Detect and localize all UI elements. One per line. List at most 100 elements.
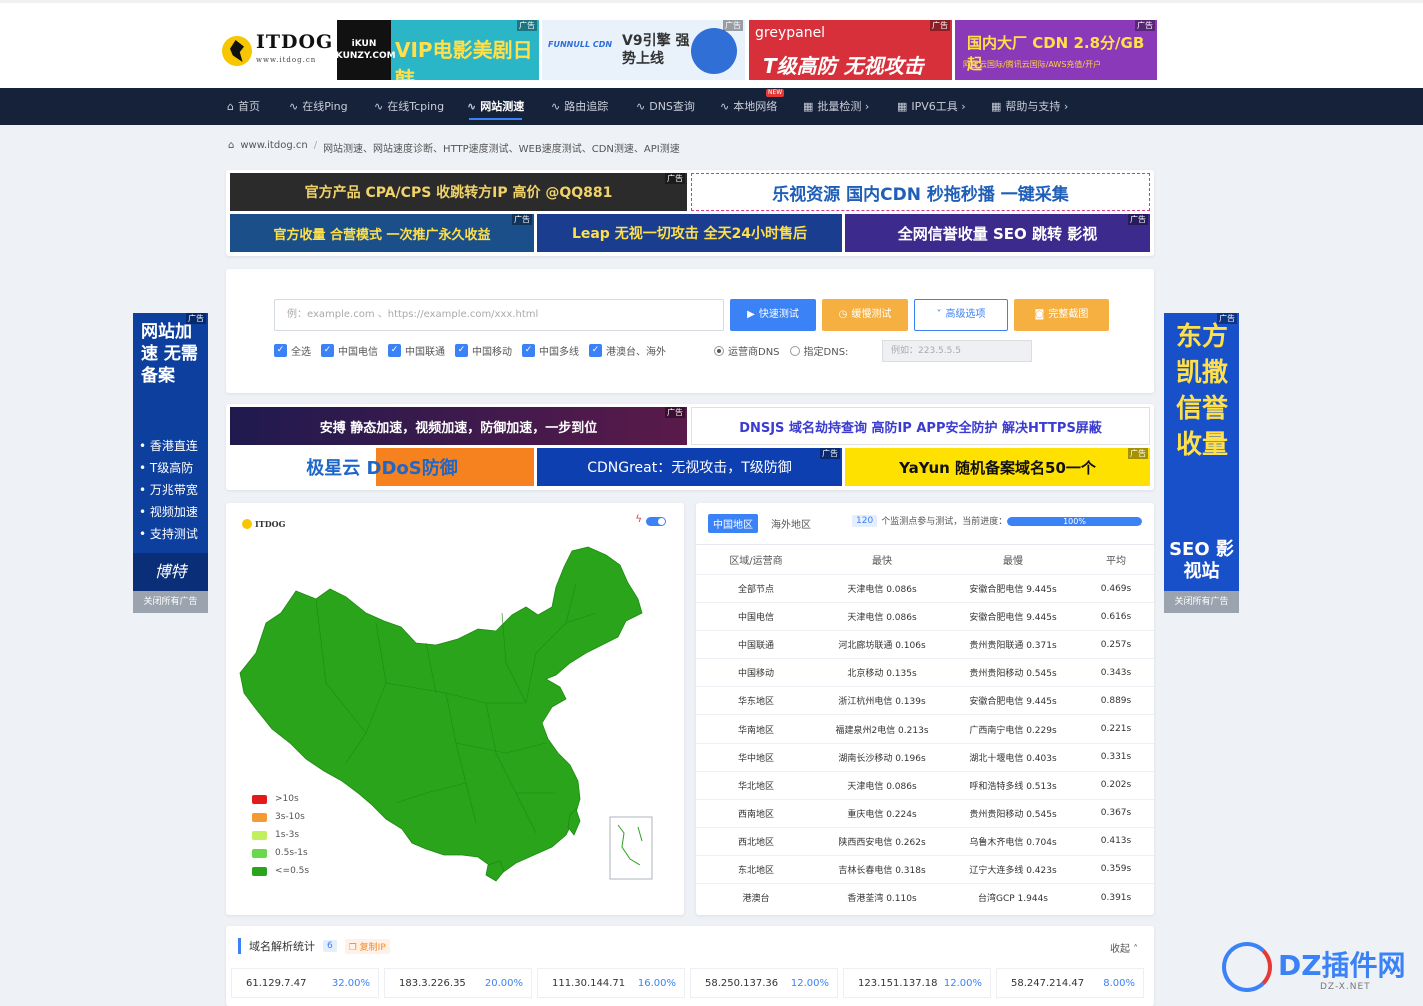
isp-checkboxes: ✓ 全选 ✓ 中国电信 ✓ 中国联通 ✓ 中国移动 ✓ 中国多线 ✓ 港澳台、海外 运营商D… <box>274 343 848 358</box>
nav-ping[interactable]: ∿ 在线Ping <box>289 88 348 125</box>
legend-swatch <box>252 830 267 840</box>
region-tabs: 中国地区 海外地区 <box>708 514 816 533</box>
ad-dnsjs[interactable]: DNSJS 域名劫持查询 高防IP APP安全防护 解决HTTPS屏蔽 <box>691 407 1150 445</box>
header-ad-cdn[interactable]: 国内大厂 CDN 2.8分/GB起 阿里云国际/腾讯云国际/AWS充值/开户 广… <box>955 20 1157 80</box>
pulse-icon: ∿ <box>467 100 477 113</box>
nav-dns[interactable]: ∿ DNS查询 <box>636 88 695 125</box>
side-ad-left[interactable]: 广告 网站加速 无需备案 • 香港直连 • T级高防 • 万兆带宽 • 视频加速… <box>133 313 208 591</box>
home-icon: ⌂ <box>228 140 235 151</box>
close-ads-left[interactable]: 关闭所有广告 <box>133 591 208 613</box>
header: ITDOG www.itdog.cn iKUN IKUNZY.COM VIP电影… <box>0 0 1423 88</box>
ip-stat-cell[interactable]: 58.250.137.36 12.00% <box>690 968 838 998</box>
copy-ip-button[interactable]: ❐ 复制IP <box>344 938 390 954</box>
ad-kyqp[interactable]: 官方收量 合营模式 一次推广永久收益 广告 <box>230 214 534 252</box>
ip-stat-cell[interactable]: 58.247.214.47 8.00% <box>996 968 1144 998</box>
ad-leap[interactable]: Leap 无视一切攻击 全天24小时售后 <box>537 214 842 252</box>
tab-overseas[interactable]: 海外地区 <box>766 514 816 533</box>
collapse-button[interactable]: 收起 ˄ <box>1110 940 1138 955</box>
table-row[interactable]: 西北地区 陕西西安电信 0.262s 乌鲁木齐电信 0.704s 0.413s <box>696 826 1154 855</box>
checkbox-icon: ✓ <box>522 344 535 357</box>
pulse-icon: ∿ <box>289 100 299 113</box>
header-ad-funnull[interactable]: FUNNULL CDN V9引擎 强势上线 广告 <box>542 20 745 80</box>
copy-icon: ❐ <box>348 942 360 953</box>
table-row[interactable]: 中国联通 河北廊坊联通 0.106s 贵州贵阳联通 0.371s 0.257s <box>696 630 1154 658</box>
home-icon: ⌂ <box>227 100 234 113</box>
tab-china[interactable]: 中国地区 <box>708 514 758 533</box>
table-row[interactable]: 华北地区 天津电信 0.086s 呼和浩特多线 0.513s 0.202s <box>696 770 1154 799</box>
breadcrumb-current: 网站测速、网站速度诊断、HTTP速度测试、WEB速度测试、CDN测速、API测速 <box>323 144 680 155</box>
ad-panel-top: 官方产品 CPA/CPS 收跳转方IP 高价 @QQ881 广告 乐视资源 国内… <box>226 170 1154 256</box>
advanced-options-button[interactable]: ˅ 高级选项 <box>914 299 1008 331</box>
legend-swatch <box>252 866 267 876</box>
side-ad-right[interactable]: 广告 东方凯撒 信誉收量 SEO 影视站 <box>1164 313 1239 591</box>
progress-bar: 100% <box>1007 517 1142 526</box>
nav-help[interactable]: ▦ 帮助与支持 › <box>991 88 1068 125</box>
main-nav: ⌂ 首页 ∿ 在线Ping ∿ 在线Tcping ∿ 网站测速 ∿ 路由追踪 ∿ DNS查询… <box>0 88 1423 125</box>
check-multiline[interactable]: ✓ 中国多线 <box>522 343 579 358</box>
ip-stat-cell[interactable]: 111.30.144.71 16.00% <box>537 968 685 998</box>
check-mobile[interactable]: ✓ 中国移动 <box>455 343 512 358</box>
full-screenshot-button[interactable]: ◙ 完整截图 <box>1014 299 1109 331</box>
check-telecom[interactable]: ✓ 中国电信 <box>321 343 378 358</box>
nav-ipv6[interactable]: ▦ IPV6工具 › <box>897 88 966 125</box>
camera-icon: ◙ <box>1034 309 1045 320</box>
table-row[interactable]: 华中地区 湖南长沙移动 0.196s 湖北十堰电信 0.403s 0.331s <box>696 742 1154 771</box>
ad-cpa[interactable]: 官方产品 CPA/CPS 收跳转方IP 高价 @QQ881 广告 <box>230 173 687 211</box>
radio-icon <box>714 345 724 356</box>
side-ad-left-list: • 香港直连 • T级高防 • 万兆带宽 • 视频加速 • 支持测试 <box>139 439 198 541</box>
ip-stat-cell[interactable]: 183.3.226.35 20.00% <box>384 968 532 998</box>
table-row[interactable]: 全部节点 天津电信 0.086s 安徽合肥电信 9.445s 0.469s <box>696 574 1154 602</box>
url-input[interactable]: 例：example.com 、https://example.com/xxx.h… <box>274 299 724 331</box>
checkbox-icon: ✓ <box>589 344 602 357</box>
table-row[interactable]: 西南地区 重庆电信 0.224s 贵州贵阳移动 0.545s 0.367s <box>696 798 1154 827</box>
table-row[interactable]: 东北地区 吉林长春电信 0.318s 辽宁大连多线 0.423s 0.359s <box>696 854 1154 883</box>
ad-seo[interactable]: 全网信誉收量 SEO 跳转 影视 广告 <box>845 214 1150 252</box>
slow-test-button[interactable]: ◷ 缓慢测试 <box>822 299 908 331</box>
ad-jixingyun[interactable]: 极星云 DDoS防御 <box>230 448 534 486</box>
legend-item: 1s-3s <box>252 826 309 844</box>
table-row[interactable]: 华南地区 福建泉州2电信 0.213s 广西南宁电信 0.229s 0.221s <box>696 714 1154 742</box>
ip-stat-cell[interactable]: 61.129.7.47 32.00% <box>231 968 379 998</box>
table-row[interactable]: 中国电信 天津电信 0.086s 安徽合肥电信 9.445s 0.616s <box>696 602 1154 630</box>
grid-icon: ▦ <box>803 100 814 113</box>
breadcrumb-site[interactable]: www.itdog.cn <box>240 140 307 155</box>
chevron-down-icon: ˅ <box>936 309 942 320</box>
legend-item: 0.5s-1s <box>252 844 309 862</box>
checkbox-icon: ✓ <box>274 344 287 357</box>
table-row[interactable]: 华东地区 浙江杭州电信 0.139s 安徽合肥电信 9.445s 0.889s <box>696 686 1154 714</box>
nav-local-network[interactable]: ∿ 本地网络 NEW <box>720 88 785 125</box>
nav-website-speed[interactable]: ∿ 网站测速 <box>467 88 524 125</box>
table-row[interactable]: 港澳台 香港荃湾 0.110s 台湾GCP 1.944s 0.391s <box>696 883 1154 911</box>
radio-isp-dns[interactable]: 运营商DNS <box>714 343 780 358</box>
check-all[interactable]: ✓ 全选 <box>274 343 311 358</box>
custom-dns-input[interactable]: 例如：223.5.5.5 <box>882 340 1032 362</box>
ad-cdngreat[interactable]: CDNGreat：无视攻击，T级防御 广告 <box>537 448 842 486</box>
ad-yayun[interactable]: YaYun 随机备案域名50一个 广告 <box>845 448 1150 486</box>
close-ads-right[interactable]: 关闭所有广告 <box>1164 591 1239 613</box>
nav-traceroute[interactable]: ∿ 路由追踪 <box>551 88 608 125</box>
check-unicom[interactable]: ✓ 中国联通 <box>388 343 445 358</box>
pulse-icon: ∿ <box>374 100 384 113</box>
nav-home[interactable]: ⌂ 首页 <box>227 88 260 125</box>
ip-stat-cell[interactable]: 123.151.137.18 12.00% <box>843 968 991 998</box>
nav-tcping[interactable]: ∿ 在线Tcping <box>374 88 444 125</box>
ip-count-badge: 6 <box>323 940 337 952</box>
table-row[interactable]: 中国移动 北京移动 0.135s 贵州贵阳移动 0.545s 0.343s <box>696 658 1154 686</box>
site-logo[interactable]: ITDOG www.itdog.cn <box>222 33 333 69</box>
ad-leshizy[interactable]: 乐视资源 国内CDN 秒拖秒播 一键采集 <box>691 173 1150 211</box>
watermark-check-icon <box>1222 942 1272 992</box>
dns-stats-title: 域名解析统计 6 ❐ 复制IP <box>238 938 390 954</box>
ad-panel-bottom: 安搏 静态加速，视频加速，防御加速，一步到位 广告 DNSJS 域名劫持查询 高… <box>226 404 1154 490</box>
header-ad-greypanel[interactable]: greypanel T级高防 无视攻击 广告 <box>749 20 952 80</box>
quick-test-button[interactable]: ▶ 快速测试 <box>730 299 816 331</box>
play-icon: ▶ <box>747 309 755 320</box>
radio-custom-dns[interactable]: 指定DNS: <box>789 343 848 358</box>
new-badge: NEW <box>766 89 785 97</box>
nav-batch[interactable]: ▦ 批量检测 › <box>803 88 869 125</box>
check-overseas[interactable]: ✓ 港澳台、海外 <box>589 343 666 358</box>
ad-anbo[interactable]: 安搏 静态加速，视频加速，防御加速，一步到位 广告 <box>230 407 687 445</box>
table-header: 区域/运营商 最快 最慢 平均 <box>696 544 1154 574</box>
dog-logo-icon <box>222 36 252 66</box>
header-ad-ikun[interactable]: iKUN IKUNZY.COM VIP电影美剧日韩 广告 <box>337 20 539 80</box>
clock-icon: ◷ <box>838 309 848 320</box>
